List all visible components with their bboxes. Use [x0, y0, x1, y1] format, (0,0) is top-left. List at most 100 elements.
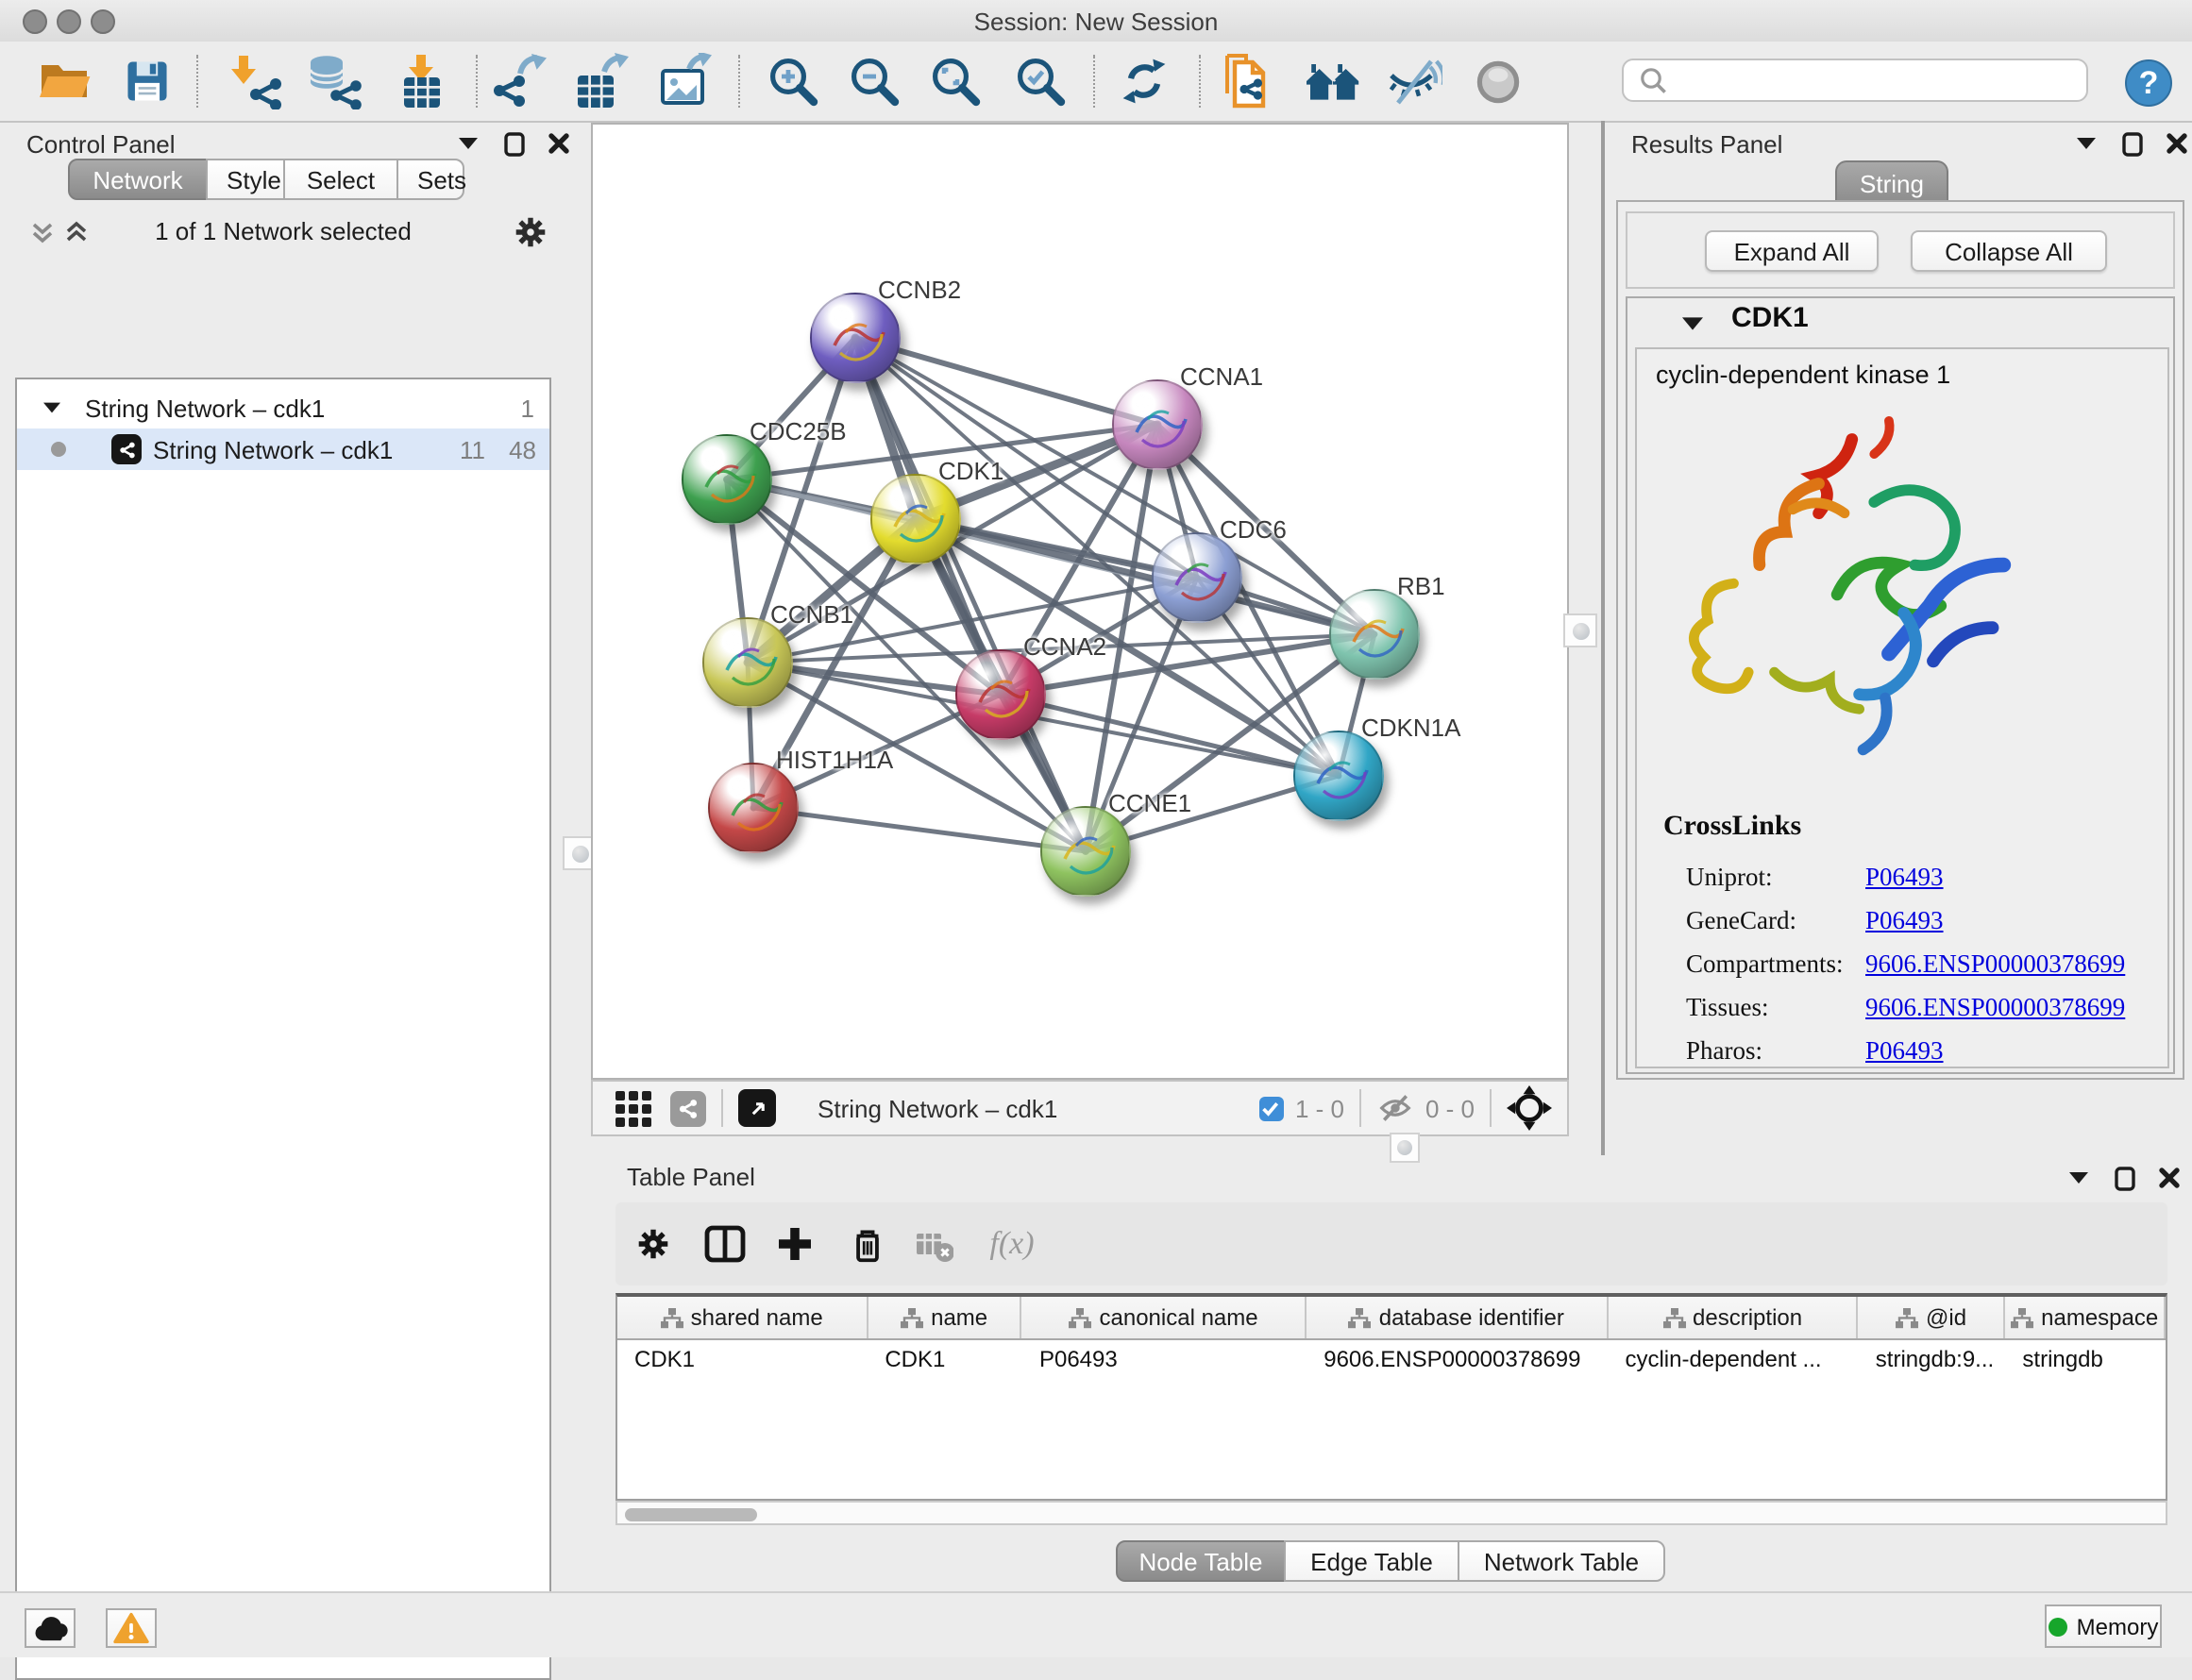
network-node-cdk1[interactable] [870, 474, 961, 564]
crosslink-label: GeneCard: [1637, 905, 1865, 935]
zoom-fit-icon[interactable] [927, 53, 984, 109]
crosslink-link[interactable]: P06493 [1865, 905, 1944, 935]
panel-dropdown-icon[interactable] [453, 128, 483, 159]
table-row[interactable]: CDK1CDK1P064939606.ENSP00000378699cyclin… [617, 1340, 2166, 1378]
import-network-database-icon[interactable] [306, 53, 363, 109]
vertical-splitter[interactable] [1601, 121, 1605, 1155]
collapse-all-networks-icon[interactable] [30, 221, 55, 244]
memory-button[interactable]: Memory [2045, 1604, 2162, 1648]
network-row[interactable]: String Network – cdk1 11 48 [17, 428, 549, 470]
show-all-icon[interactable] [1305, 53, 1361, 109]
tab-select[interactable]: Select [283, 159, 398, 200]
tab-network[interactable]: Network [68, 159, 208, 200]
network-node-count: 11 [460, 435, 485, 463]
zoom-selected-icon[interactable] [1012, 53, 1069, 109]
cloud-icon[interactable] [25, 1608, 76, 1648]
crosslink-link[interactable]: 9606.ENSP00000378699 [1865, 992, 2125, 1022]
crosslink-link[interactable]: 9606.ENSP00000378699 [1865, 949, 2125, 979]
column-header-description[interactable]: description [1608, 1297, 1858, 1338]
toolbar-separator [196, 55, 198, 108]
hide-selected-icon[interactable] [1386, 53, 1442, 109]
tab-string[interactable]: String [1835, 160, 1948, 204]
gene-collapse-icon[interactable] [1682, 315, 1703, 332]
tab-sets[interactable]: Sets [396, 159, 464, 200]
network-node-ccnb2[interactable] [810, 293, 901, 383]
splitter-grip[interactable] [1563, 613, 1597, 647]
share-view-icon[interactable] [670, 1090, 706, 1126]
column-header-database-identifier[interactable]: database identifier [1307, 1297, 1608, 1338]
export-table-icon[interactable] [572, 53, 629, 109]
warning-icon[interactable] [106, 1608, 157, 1648]
network-node-ccna2[interactable] [955, 649, 1046, 740]
delete-table-icon[interactable] [912, 1223, 957, 1265]
network-collection-row[interactable]: String Network – cdk1 1 [17, 387, 549, 428]
panel-close-icon[interactable] [2154, 1163, 2184, 1193]
network-node-cdc25b[interactable] [682, 434, 772, 525]
birdseye-icon[interactable] [738, 1089, 776, 1127]
expand-all-networks-icon[interactable] [64, 221, 89, 244]
columns-icon[interactable] [702, 1223, 748, 1265]
table-tabs: Node Table Edge Table Network Table [1116, 1540, 1665, 1582]
panel-float-icon[interactable] [2109, 1163, 2139, 1193]
navigator-crosshair-icon[interactable] [1507, 1085, 1552, 1131]
column-header-canonical-name[interactable]: canonical name [1022, 1297, 1307, 1338]
crosslink-row: Uniprot:P06493 [1637, 855, 2171, 899]
expand-all-button[interactable]: Expand All [1705, 230, 1879, 272]
column-header-name[interactable]: name [868, 1297, 1022, 1338]
open-session-icon[interactable] [36, 53, 93, 109]
export-network-icon[interactable] [491, 53, 548, 109]
help-icon[interactable]: ? [2122, 57, 2173, 108]
network-node-cdkn1a[interactable] [1293, 731, 1384, 821]
panel-float-icon[interactable] [2116, 128, 2147, 159]
network-node-ccna1[interactable] [1112, 379, 1203, 470]
render-detail-icon[interactable] [1469, 53, 1526, 109]
selected-counts: 1 - 0 [1295, 1094, 1344, 1122]
tree-expand-icon[interactable] [43, 400, 60, 415]
selected-checkbox-icon[interactable] [1259, 1096, 1284, 1120]
tab-node-table[interactable]: Node Table [1116, 1540, 1286, 1582]
tab-network-table[interactable]: Network Table [1458, 1540, 1665, 1582]
zoom-in-icon[interactable] [765, 53, 821, 109]
column-header-shared-name[interactable]: shared name [617, 1297, 868, 1338]
import-table-icon[interactable] [393, 53, 449, 109]
gene-details-box: cyclin-dependent kinase 1 [1635, 347, 2169, 1068]
gear-icon[interactable] [631, 1223, 676, 1265]
import-network-file-icon[interactable] [227, 53, 283, 109]
refresh-icon[interactable] [1116, 53, 1172, 109]
delete-column-icon[interactable] [844, 1223, 889, 1265]
column-header-namespace[interactable]: namespace [2005, 1297, 2166, 1338]
network-node-ccnb1[interactable] [702, 617, 793, 708]
tab-style[interactable]: Style [206, 159, 285, 200]
panel-dropdown-icon[interactable] [2064, 1163, 2094, 1193]
scrollbar-thumb[interactable] [625, 1507, 757, 1520]
crosslink-link[interactable]: P06493 [1865, 1035, 1944, 1066]
clone-network-icon[interactable] [1220, 53, 1276, 109]
network-node-hist1h1a[interactable] [708, 763, 799, 853]
results-content-box: Expand All Collapse All CDK1 cyclin-depe… [1616, 200, 2184, 1080]
column-header-label: namespace [2041, 1304, 2158, 1331]
save-session-icon[interactable] [119, 53, 176, 109]
network-options-gear-icon[interactable] [514, 215, 548, 249]
network-node-ccne1[interactable] [1040, 806, 1131, 897]
tab-edge-table[interactable]: Edge Table [1284, 1540, 1459, 1582]
hidden-eye-icon[interactable] [1376, 1091, 1414, 1125]
network-node-cdc6[interactable] [1152, 532, 1242, 623]
panel-float-icon[interactable] [498, 128, 529, 159]
column-header--id[interactable]: @id [1859, 1297, 2006, 1338]
network-node-rb1[interactable] [1329, 589, 1420, 680]
export-image-icon[interactable] [655, 53, 712, 109]
network-canvas[interactable]: CCNB2 CCNA1 CDC25B CDK1 CDC6 RB1 CCNB1 C… [591, 123, 1569, 1080]
search-input[interactable] [1678, 65, 2086, 95]
table-horizontal-scrollbar[interactable] [615, 1501, 2167, 1525]
column-header-label: canonical name [1100, 1304, 1258, 1331]
control-panel-tabs: Network Style Select Sets [68, 159, 464, 200]
panel-dropdown-icon[interactable] [2071, 128, 2101, 159]
panel-close-icon[interactable] [2162, 128, 2192, 159]
panel-close-icon[interactable] [544, 128, 574, 159]
crosslink-link[interactable]: P06493 [1865, 862, 1944, 892]
add-column-icon[interactable] [772, 1223, 818, 1265]
grid-view-icon[interactable] [615, 1090, 651, 1126]
function-builder-icon[interactable]: f(x) [978, 1223, 1046, 1265]
zoom-out-icon[interactable] [846, 53, 902, 109]
collapse-all-button[interactable]: Collapse All [1911, 230, 2107, 272]
